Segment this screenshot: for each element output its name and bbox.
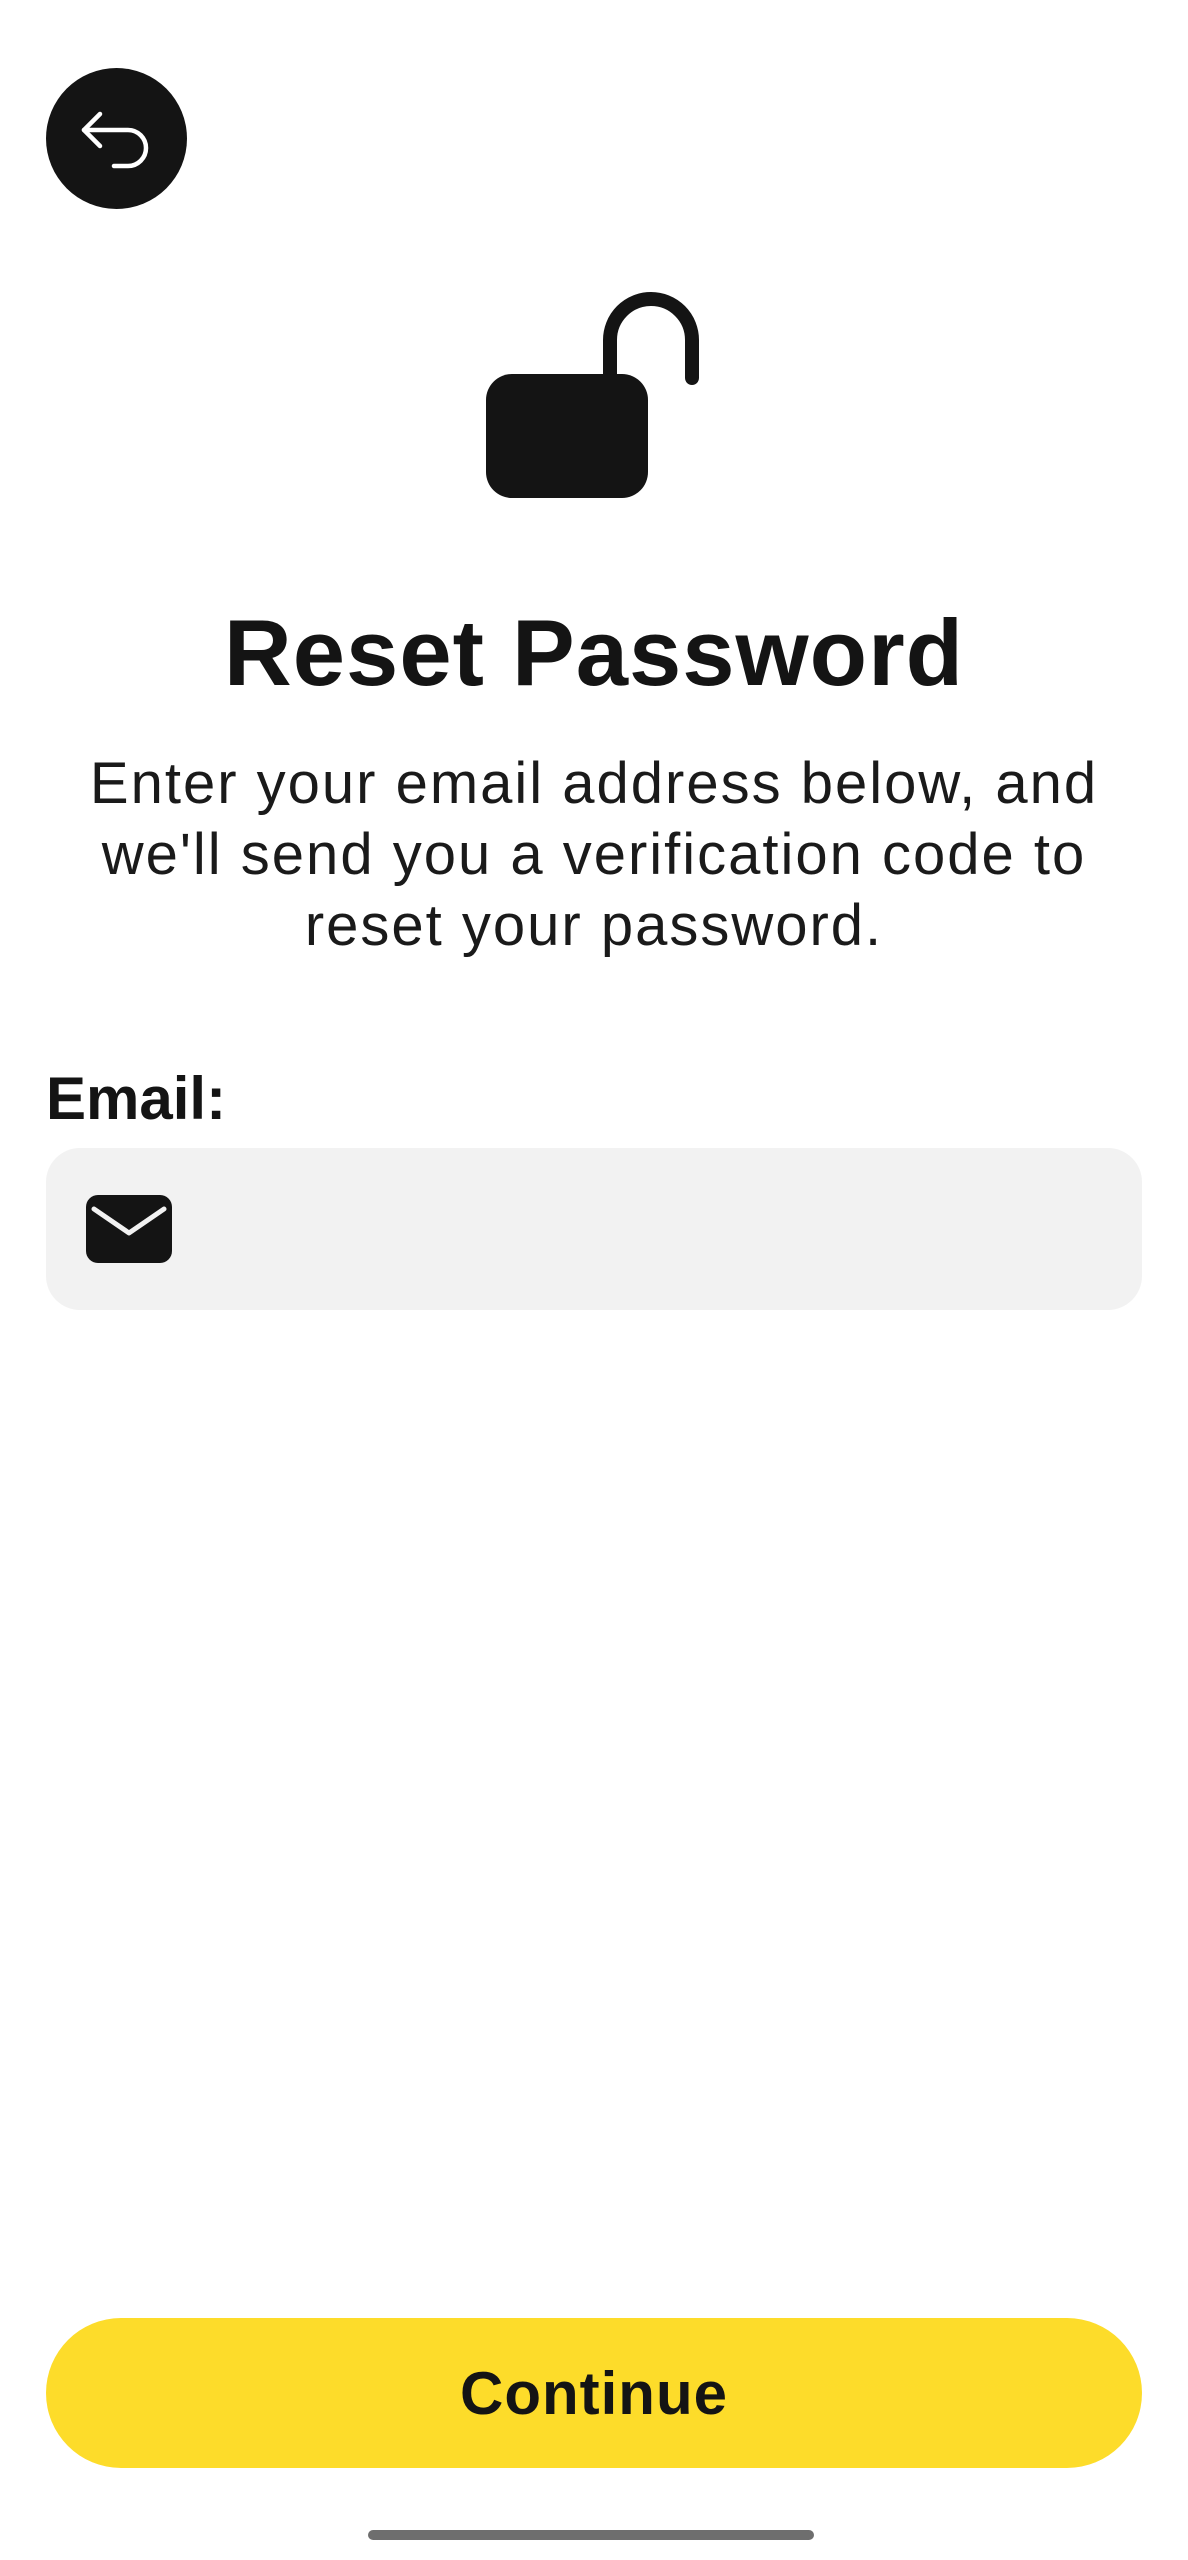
reset-password-screen: Reset Password Enter your email address … bbox=[0, 0, 1188, 2560]
email-label: Email: bbox=[46, 1065, 227, 1132]
page-title: Reset Password bbox=[223, 600, 965, 705]
continue-button-label: Continue bbox=[460, 2359, 728, 2427]
home-indicator bbox=[368, 2530, 814, 2540]
unlocked-lock-icon bbox=[486, 292, 699, 498]
mail-icon bbox=[86, 1195, 172, 1263]
back-button[interactable] bbox=[46, 68, 187, 209]
continue-button[interactable]: Continue bbox=[46, 2318, 1142, 2468]
email-field[interactable] bbox=[46, 1148, 1142, 1310]
back-arrow-icon bbox=[81, 111, 148, 168]
page-description: Enter your email address below, and we'l… bbox=[89, 751, 1099, 958]
email-input[interactable] bbox=[172, 1148, 1142, 1310]
